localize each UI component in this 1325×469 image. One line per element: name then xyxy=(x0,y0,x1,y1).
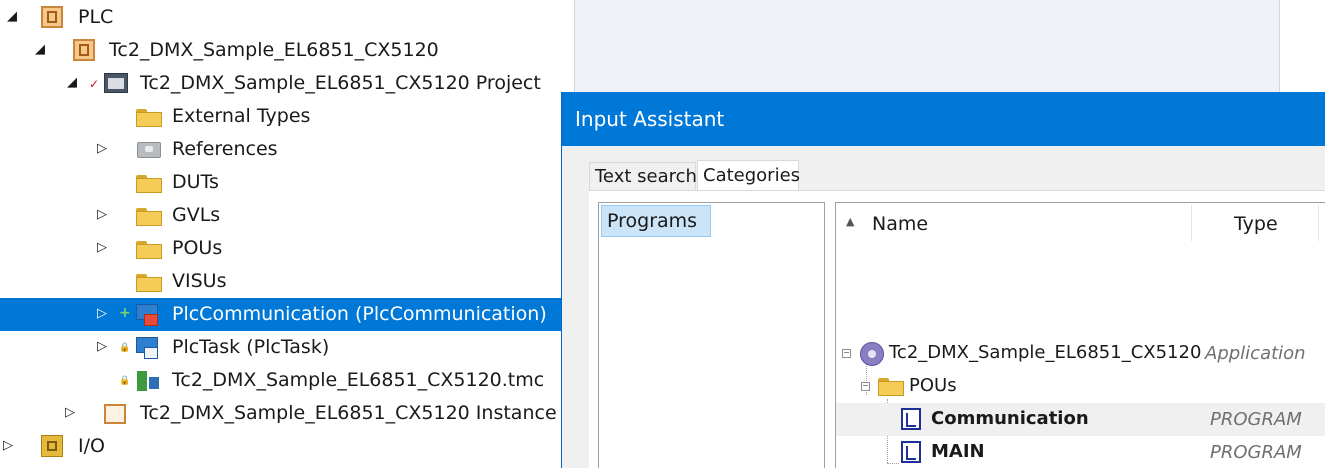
tree-item-references[interactable]: ▷ References xyxy=(0,133,574,166)
column-divider[interactable] xyxy=(1318,205,1319,241)
task-icon xyxy=(134,302,162,328)
list-header: ▲ Name Type xyxy=(836,203,1325,243)
tree-item-visus[interactable]: VISUs xyxy=(0,265,574,298)
tree-item-label: POUs xyxy=(172,237,223,259)
list-item-main[interactable]: MAIN PROGRAM xyxy=(836,436,1325,469)
item-name: MAIN xyxy=(931,441,985,462)
tab-categories[interactable]: Categories xyxy=(697,160,800,190)
item-name: Communication xyxy=(931,408,1089,429)
category-item-programs[interactable]: Programs xyxy=(601,205,711,237)
item-name: POUs xyxy=(909,375,957,396)
tree-item-gvls[interactable]: ▷ GVLs xyxy=(0,199,574,232)
tree-item-label: I/O xyxy=(78,435,105,457)
tree-item-external-types[interactable]: External Types xyxy=(0,100,574,133)
list-item-application[interactable]: − Tc2_DMX_Sample_EL6851_CX5120 Applicati… xyxy=(836,337,1325,370)
folder-icon xyxy=(136,109,162,127)
tree-item-label: DUTs xyxy=(172,171,219,193)
sort-ascending-icon[interactable]: ▲ xyxy=(846,215,854,228)
tree-item-tmc[interactable]: 🔒 Tc2_DMX_Sample_EL6851_CX5120.tmc xyxy=(0,364,574,397)
tree-item-label: Tc2_DMX_Sample_EL6851_CX5120 xyxy=(109,39,439,61)
tree-item-plccommunication[interactable]: ▷ + PlcCommunication (PlcCommunication) xyxy=(0,298,574,331)
column-header-name[interactable]: Name xyxy=(872,213,928,235)
plus-marker-icon: + xyxy=(119,305,131,321)
tree-item-label: VISUs xyxy=(172,270,227,292)
dialog-title: Input Assistant xyxy=(575,107,725,131)
collapse-toggle-icon[interactable]: − xyxy=(842,349,851,358)
item-list: ▲ Name Type − Tc2_DMX_Sample_EL6851_CX51… xyxy=(835,202,1325,468)
program-icon xyxy=(901,441,921,463)
collapse-toggle-icon[interactable]: − xyxy=(861,382,870,391)
input-assistant-dialog: Input Assistant Text search Categories P… xyxy=(561,92,1325,469)
io-icon xyxy=(41,435,63,457)
tree-item-label: Tc2_DMX_Sample_EL6851_CX5120 Instance xyxy=(140,402,557,424)
application-gear-icon xyxy=(860,342,884,366)
item-type: PROGRAM xyxy=(1210,409,1302,430)
tree-item-label: References xyxy=(172,138,278,160)
folder-icon xyxy=(136,175,162,193)
plc-icon xyxy=(41,6,63,28)
list-item-pous[interactable]: − POUs xyxy=(836,370,1325,403)
tree-item-label: External Types xyxy=(172,105,311,127)
collapsed-arrow-icon[interactable]: ▷ xyxy=(94,338,110,356)
collapsed-arrow-icon[interactable]: ▷ xyxy=(94,305,110,323)
item-type: Application xyxy=(1205,343,1306,364)
task-icon xyxy=(134,335,162,361)
tree-item-pous[interactable]: ▷ POUs xyxy=(0,232,574,265)
tmc-icon xyxy=(135,368,161,394)
tree-item-project[interactable]: ◢ ✓ Tc2_DMX_Sample_EL6851_CX5120 Project xyxy=(0,67,574,100)
tree-item-plc-project[interactable]: ◢ Tc2_DMX_Sample_EL6851_CX5120 xyxy=(0,34,574,67)
tree-item-label: GVLs xyxy=(172,204,221,226)
tree-item-label: PLC xyxy=(78,6,114,28)
tree-item-io[interactable]: ▷ I/O xyxy=(0,430,574,463)
folder-icon xyxy=(136,274,162,292)
expanded-arrow-icon[interactable]: ◢ xyxy=(64,74,80,92)
dialog-title-bar[interactable]: Input Assistant xyxy=(562,92,1325,146)
tree-item-label: PlcTask (PlcTask) xyxy=(172,336,330,358)
references-icon xyxy=(137,142,161,158)
solution-tree: ◢ PLC ◢ Tc2_DMX_Sample_EL6851_CX5120 ◢ ✓… xyxy=(0,0,574,468)
lock-icon: 🔒 xyxy=(119,376,131,386)
collapsed-arrow-icon[interactable]: ▷ xyxy=(94,140,110,158)
tree-item-plc[interactable]: ◢ PLC xyxy=(0,1,574,34)
program-icon xyxy=(901,408,921,430)
instance-icon xyxy=(104,404,126,424)
category-list: Programs xyxy=(598,202,825,468)
collapsed-arrow-icon[interactable]: ▷ xyxy=(0,437,16,455)
tab-text-search[interactable]: Text search xyxy=(589,162,697,190)
tree-item-label: PlcCommunication (PlcCommunication) xyxy=(172,303,547,325)
tree-item-duts[interactable]: DUTs xyxy=(0,166,574,199)
expanded-arrow-icon[interactable]: ◢ xyxy=(32,41,48,59)
plc-project-icon xyxy=(73,39,95,61)
folder-icon xyxy=(878,378,904,396)
tree-item-instance[interactable]: ▷ Tc2_DMX_Sample_EL6851_CX5120 Instance xyxy=(0,397,574,430)
column-header-type[interactable]: Type xyxy=(1234,213,1278,235)
lock-icon: 🔒 xyxy=(119,343,131,353)
collapsed-arrow-icon[interactable]: ▷ xyxy=(62,404,78,422)
folder-icon xyxy=(136,208,162,226)
tree-item-plctask[interactable]: ▷ 🔒 PlcTask (PlcTask) xyxy=(0,331,574,364)
item-name: Tc2_DMX_Sample_EL6851_CX5120 xyxy=(889,342,1202,363)
folder-icon xyxy=(136,241,162,259)
tree-item-label: Tc2_DMX_Sample_EL6851_CX5120.tmc xyxy=(172,369,545,391)
project-icon xyxy=(104,71,130,95)
item-type: PROGRAM xyxy=(1210,442,1302,463)
column-divider[interactable] xyxy=(1191,205,1192,241)
expanded-arrow-icon[interactable]: ◢ xyxy=(4,8,20,26)
list-item-communication[interactable]: Communication PROGRAM xyxy=(836,403,1325,436)
editor-background-pane xyxy=(574,0,1280,92)
collapsed-arrow-icon[interactable]: ▷ xyxy=(94,239,110,257)
checkmark-icon: ✓ xyxy=(89,77,100,91)
tree-item-label: Tc2_DMX_Sample_EL6851_CX5120 Project xyxy=(140,72,541,94)
collapsed-arrow-icon[interactable]: ▷ xyxy=(94,206,110,224)
